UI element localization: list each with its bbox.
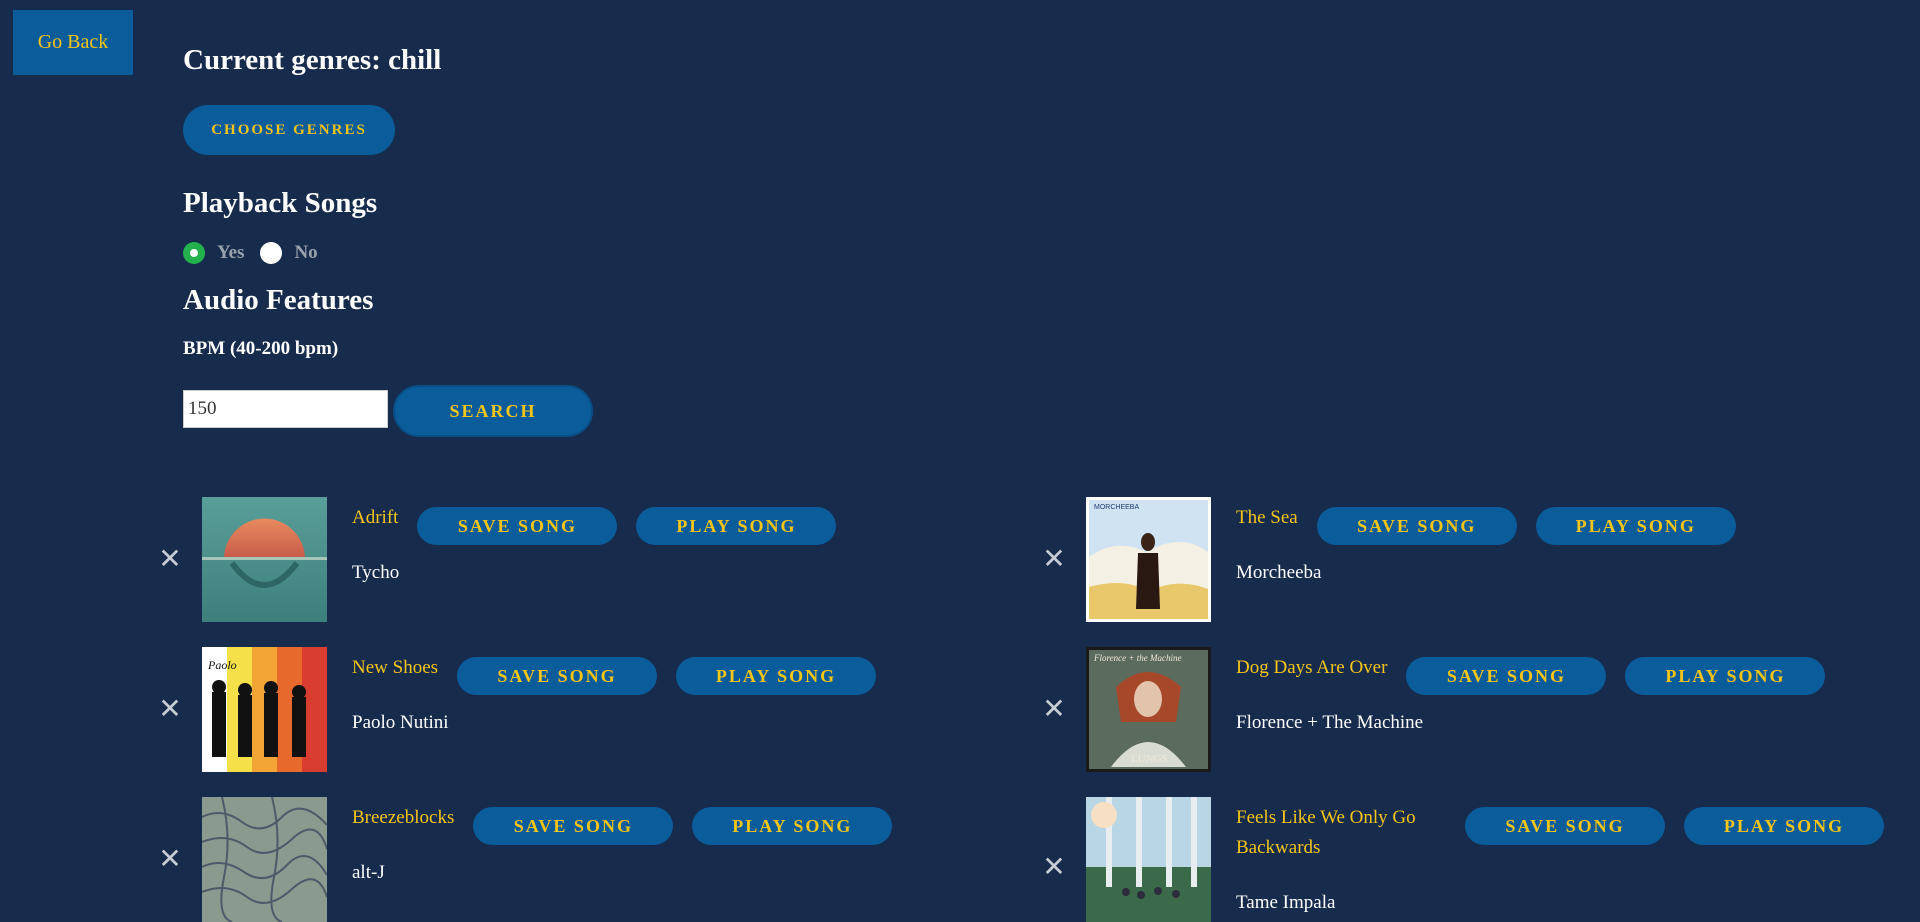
song-info: New Shoes SAVE SONG PLAY SONG	[352, 647, 895, 695]
song-item: ✕ Adrift SAVE SONG PLAY SONG Tycho	[158, 497, 958, 622]
play-song-button[interactable]: PLAY SONG	[676, 657, 877, 695]
playback-no-radio[interactable]	[260, 242, 283, 264]
song-item: ✕ Feels Like We Only Go Backwards SAVE S…	[1042, 797, 1912, 922]
play-song-button[interactable]: PLAY SONG	[1535, 507, 1736, 545]
playback-no-label: No	[294, 242, 318, 263]
svg-text:LUNGS: LUNGS	[1131, 753, 1168, 765]
florence-album-cover: Florence + the Machine LUNGS	[1086, 647, 1211, 772]
song-info: Dog Days Are Over SAVE SONG PLAY SONG	[1236, 647, 1844, 695]
song-title: Breezeblocks	[352, 807, 455, 828]
tame-impala-album-cover	[1086, 797, 1211, 922]
svg-text:MORCHEEBA: MORCHEEBA	[1094, 504, 1139, 511]
bpm-label: BPM (40-200 bpm)	[183, 338, 339, 359]
morcheeba-album-cover: MORCHEEBA	[1086, 497, 1211, 622]
tycho-album-cover	[202, 497, 327, 622]
song-item: ✕ Paolo New Shoes SAVE SONG PLAY SONG Pa…	[158, 647, 958, 772]
song-title: Adrift	[352, 507, 399, 528]
song-artist: Tame Impala	[1236, 892, 1336, 913]
current-genres-heading: Current genres: chill	[183, 44, 442, 76]
song-artist: alt-J	[352, 862, 385, 883]
song-info: Feels Like We Only Go Backwards SAVE SON…	[1236, 797, 1903, 863]
song-item: ✕ Florence + the Machine LUNGS Dog Days …	[1042, 647, 1912, 772]
play-song-button[interactable]: PLAY SONG	[1625, 657, 1826, 695]
audio-features-heading: Audio Features	[183, 284, 374, 316]
save-song-button[interactable]: SAVE SONG	[473, 807, 674, 845]
alt-j-album-cover	[202, 797, 327, 922]
play-song-button[interactable]: PLAY SONG	[636, 507, 837, 545]
bpm-input[interactable]	[183, 390, 388, 428]
song-title: Feels Like We Only Go Backwards	[1236, 807, 1416, 858]
save-song-button[interactable]: SAVE SONG	[1465, 807, 1665, 845]
svg-text:Florence + the Machine: Florence + the Machine	[1093, 653, 1181, 663]
song-title: Dog Days Are Over	[1236, 657, 1388, 678]
save-song-button[interactable]: SAVE SONG	[1316, 507, 1517, 545]
play-song-button[interactable]: PLAY SONG	[1684, 807, 1884, 845]
search-button[interactable]: SEARCH	[393, 385, 593, 437]
song-info: Adrift SAVE SONG PLAY SONG	[352, 497, 855, 545]
song-title: New Shoes	[352, 657, 439, 678]
play-song-button[interactable]: PLAY SONG	[692, 807, 893, 845]
song-artist: Morcheeba	[1236, 562, 1322, 583]
playback-yes-radio[interactable]	[183, 242, 205, 264]
song-item: ✕ MORCHEEBA The Sea SAVE SONG PLAY SONG …	[1042, 497, 1912, 622]
svg-text:Paolo: Paolo	[207, 658, 237, 672]
go-back-button[interactable]: Go Back	[13, 10, 133, 75]
choose-genres-button[interactable]: CHOOSE GENRES	[183, 105, 395, 155]
song-info: Breezeblocks SAVE SONG PLAY SONG	[352, 797, 911, 845]
song-title: The Sea	[1236, 507, 1298, 528]
song-artist: Paolo Nutini	[352, 712, 449, 733]
paolo-nutini-album-cover: Paolo	[202, 647, 327, 772]
remove-song-icon[interactable]: ✕	[1042, 545, 1066, 573]
save-song-button[interactable]: SAVE SONG	[1406, 657, 1607, 695]
song-artist: Tycho	[352, 562, 400, 583]
remove-song-icon[interactable]: ✕	[1042, 853, 1066, 881]
remove-song-icon[interactable]: ✕	[158, 845, 182, 873]
song-info: The Sea SAVE SONG PLAY SONG	[1236, 497, 1755, 545]
song-item: ✕ Breezeblocks SAVE SONG PLAY SONG alt-J	[158, 797, 958, 922]
playback-radio-group: Yes No	[183, 240, 334, 266]
remove-song-icon[interactable]: ✕	[1042, 695, 1066, 723]
remove-song-icon[interactable]: ✕	[158, 545, 182, 573]
remove-song-icon[interactable]: ✕	[158, 695, 182, 723]
playback-yes-label: Yes	[217, 242, 245, 263]
save-song-button[interactable]: SAVE SONG	[457, 657, 658, 695]
song-artist: Florence + The Machine	[1236, 712, 1424, 733]
save-song-button[interactable]: SAVE SONG	[417, 507, 618, 545]
playback-songs-heading: Playback Songs	[183, 187, 378, 219]
